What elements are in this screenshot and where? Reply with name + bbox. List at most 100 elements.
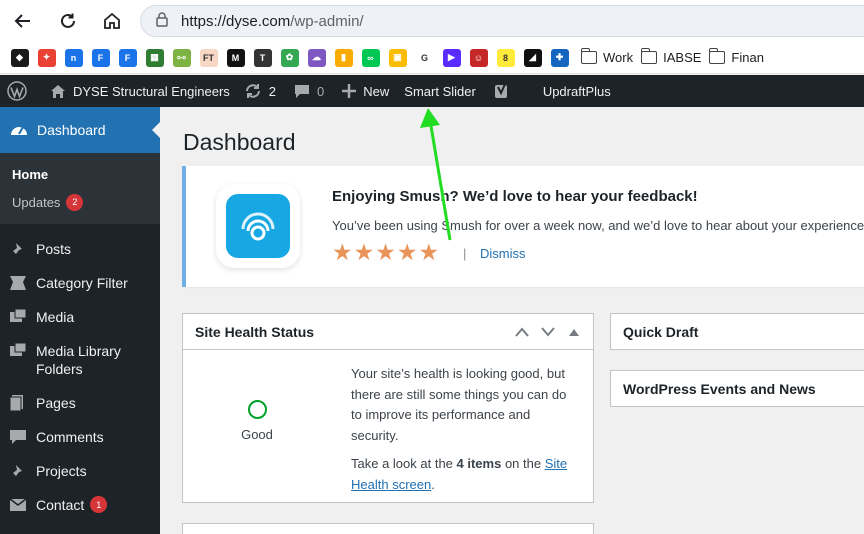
dismiss-link[interactable]: Dismiss <box>480 246 526 261</box>
bookmark-icon[interactable]: M <box>226 48 245 67</box>
menu-item-label: Comments <box>36 429 104 445</box>
media-folders-icon <box>8 342 28 360</box>
star-icon[interactable]: ★ <box>375 241 396 264</box>
pushpin-icon <box>8 240 28 258</box>
health-description: Your site’s health is looking good, but … <box>351 366 567 443</box>
menu-item-label: Posts <box>36 241 72 257</box>
star-icon[interactable]: ★ <box>354 241 375 264</box>
bookmark-icon[interactable]: ✚ <box>550 48 569 67</box>
bookmark-icon[interactable]: ◆ <box>10 48 29 67</box>
wp-admin-bar: DYSE Structural Engineers 2 0 New Smart … <box>0 75 864 107</box>
bookmark-icon[interactable]: ▦ <box>145 48 164 67</box>
bookmark-icon[interactable]: FT <box>199 48 218 67</box>
bookmark-icon[interactable]: F <box>91 48 110 67</box>
submenu-home[interactable]: Home <box>0 160 160 188</box>
move-up-icon[interactable] <box>509 314 535 350</box>
comments-menu[interactable]: 0 <box>287 75 331 107</box>
menu-item-label: Pages <box>36 395 76 411</box>
menu-item-posts[interactable]: Posts <box>0 232 160 266</box>
bookmark-icon[interactable]: ◢ <box>523 48 542 67</box>
smart-slider-label: Smart Slider <box>404 83 476 99</box>
menu-item-pages[interactable]: Pages <box>0 386 160 420</box>
reload-icon <box>61 13 75 28</box>
updraftplus-menu[interactable]: UpdraftPlus <box>536 75 618 107</box>
wp-logo-menu[interactable] <box>0 75 34 107</box>
star-icon[interactable]: ★ <box>419 241 440 264</box>
site-name-menu[interactable]: DYSE Structural Engineers <box>43 75 237 107</box>
star-icon[interactable]: ★ <box>397 241 418 264</box>
bookmark-folder-label: Finan <box>731 50 764 65</box>
bookmark-folder-label: Work <box>603 50 634 65</box>
bookmark-icon[interactable]: ▮ <box>334 48 353 67</box>
menu-item-label: Contact <box>36 497 85 513</box>
back-button[interactable] <box>10 8 36 34</box>
updates-badge: 2 <box>66 193 84 211</box>
events-news-title: WordPress Events and News <box>623 380 816 397</box>
dashboard-gauge-icon <box>9 121 29 139</box>
bookmark-icon[interactable]: ✦ <box>37 48 56 67</box>
star-icon[interactable]: ★ <box>332 241 353 264</box>
bookmark-icon[interactable]: n <box>64 48 83 67</box>
bookmark-folder[interactable]: Finan <box>708 48 764 65</box>
comment-bubble-icon <box>294 83 310 99</box>
health-text-prefix: Take a look at the <box>351 456 457 471</box>
updraftplus-label: UpdraftPlus <box>542 83 611 99</box>
menu-item-media[interactable]: Media <box>0 300 160 334</box>
bookmark-icon[interactable]: ⧟ <box>172 48 191 67</box>
bookmark-icon[interactable]: ✿ <box>280 48 299 67</box>
bookmark-icon[interactable]: ▣ <box>388 48 407 67</box>
bookmark-icon[interactable]: T <box>253 48 272 67</box>
smush-logo-icon <box>216 184 300 268</box>
yoast-seo-menu[interactable] <box>487 75 524 107</box>
site-name-label: DYSE Structural Engineers <box>73 83 230 99</box>
address-bar[interactable]: https://dyse.com/wp-admin/ <box>140 5 864 37</box>
new-label: New <box>363 83 390 99</box>
bookmark-icon[interactable]: ☁ <box>307 48 326 67</box>
home-label: Home <box>12 166 49 182</box>
submenu-updates[interactable]: Updates 2 <box>0 188 160 216</box>
health-status-label: Good <box>241 427 273 442</box>
home-button[interactable] <box>99 8 125 34</box>
pushpin-icon <box>8 462 28 480</box>
health-text-mid: on the <box>501 456 545 471</box>
bookmark-icon[interactable]: 8 <box>496 48 515 67</box>
updates-menu[interactable]: 2 <box>237 75 283 107</box>
next-widget <box>182 523 594 534</box>
smart-slider-menu[interactable]: Smart Slider <box>397 75 483 107</box>
menu-item-contact[interactable]: Contact 1 <box>0 488 160 522</box>
quick-draft-header[interactable]: Quick Draft <box>611 314 864 349</box>
reload-button[interactable] <box>55 8 81 34</box>
bookmark-folder[interactable]: IABSE <box>640 48 702 65</box>
notice-separator: | <box>463 246 467 261</box>
bookmark-icon[interactable]: ▶ <box>442 48 461 67</box>
bookmark-icon[interactable]: ∞ <box>361 48 380 67</box>
bookmark-folder[interactable]: Work <box>580 48 634 65</box>
site-health-header: Site Health Status <box>183 314 593 350</box>
site-info-icon[interactable] <box>155 11 169 32</box>
comments-count: 0 <box>317 83 325 99</box>
bookmark-icon[interactable]: G <box>415 48 434 67</box>
menu-item-projects[interactable]: Projects <box>0 454 160 488</box>
comment-icon <box>8 428 28 446</box>
smush-feedback-notice: Enjoying Smush? We’d love to hear your f… <box>182 166 864 287</box>
yoast-icon <box>494 82 510 100</box>
wordpress-logo-icon <box>7 81 27 101</box>
health-text-suffix: . <box>431 476 435 492</box>
mail-icon <box>8 496 28 514</box>
bookmark-icon[interactable]: F <box>118 48 137 67</box>
menu-item-media-library-folders[interactable]: Media Library Folders <box>0 334 160 386</box>
rating-stars[interactable]: ★ ★ ★ ★ ★ <box>332 241 440 264</box>
menu-badge: 1 <box>90 496 108 513</box>
move-down-icon[interactable] <box>535 314 561 350</box>
bookmark-icon[interactable]: ☺ <box>469 48 488 67</box>
toggle-panel-icon[interactable] <box>561 314 587 350</box>
menu-item-category-filter[interactable]: Category Filter <box>0 266 160 300</box>
updates-count: 2 <box>268 83 277 99</box>
menu-dashboard[interactable]: Dashboard <box>0 107 160 153</box>
new-content-menu[interactable]: New <box>335 75 396 107</box>
menu-item-comments[interactable]: Comments <box>0 420 160 454</box>
site-health-widget: Site Health Status Good Your site’s heal… <box>182 313 594 503</box>
bookmark-folder-label: IABSE <box>663 50 702 65</box>
events-news-header[interactable]: WordPress Events and News <box>611 371 864 406</box>
updates-icon <box>244 83 262 99</box>
